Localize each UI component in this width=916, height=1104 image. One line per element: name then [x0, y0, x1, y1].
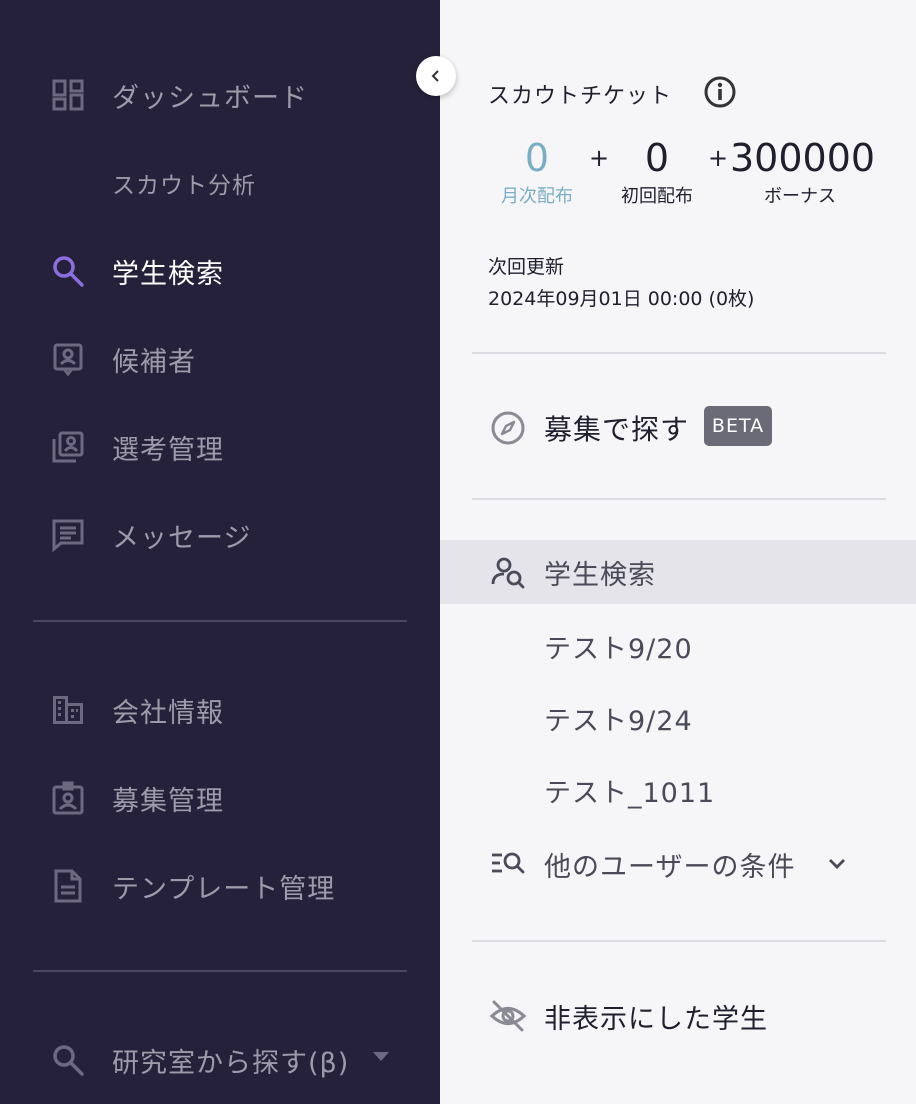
recruit-search-label: 募集で探す	[544, 413, 690, 446]
panel-divider	[472, 352, 886, 354]
search-panel: スカウトチケット 0 月次配布 + 0 初回配布 + 300000 ボーナス 次…	[440, 0, 916, 1104]
saved-search-item[interactable]: テスト9/24	[440, 688, 916, 748]
sidebar-item-label: 学生検索	[112, 258, 224, 290]
person-search-icon	[488, 552, 528, 592]
search-icon	[50, 1042, 86, 1078]
student-search-item[interactable]: 学生検索	[440, 540, 916, 604]
sidebar-item-label: 会社情報	[112, 697, 224, 729]
sidebar-item-templates[interactable]: テンプレート管理	[0, 856, 440, 916]
hidden-students-link[interactable]: 非表示にした学生	[440, 984, 916, 1048]
sidebar-item-candidates[interactable]: 候補者	[0, 329, 440, 389]
ticket-monthly-caption: 月次配布	[501, 186, 573, 207]
sidebar-item-label: 選考管理	[112, 434, 224, 466]
recruit-icon	[50, 780, 86, 816]
saved-search-item[interactable]: テスト_1011	[440, 760, 916, 820]
sidebar-divider	[33, 620, 407, 622]
ticket-initial-value: 0	[644, 136, 670, 180]
saved-search-label: テスト9/20	[544, 633, 693, 665]
scout-ticket-title: スカウトチケット	[488, 84, 673, 109]
ticket-bonus-value: 300000	[730, 136, 876, 180]
sidebar-item-student-search[interactable]: 学生検索	[0, 241, 440, 301]
sidebar-item-selection[interactable]: 選考管理	[0, 417, 440, 477]
other-users-conditions[interactable]: 他のユーザーの条件	[440, 834, 916, 894]
compass-icon	[488, 408, 528, 448]
company-icon	[50, 692, 86, 728]
eye-off-icon	[488, 996, 528, 1036]
ticket-monthly: 0 月次配布	[492, 134, 582, 208]
collapse-sidebar-button[interactable]	[416, 56, 456, 96]
panel-divider	[472, 498, 886, 500]
sidebar-item-messages[interactable]: メッセージ	[0, 505, 440, 565]
sidebar-item-label: テンプレート管理	[112, 873, 336, 905]
message-icon	[50, 517, 86, 553]
caret-down-icon[interactable]	[373, 1052, 389, 1061]
ticket-bonus: 300000 ボーナス	[730, 134, 876, 208]
ticket-bonus-caption: ボーナス	[764, 186, 836, 207]
dashboard-icon	[50, 77, 86, 113]
sidebar-item-company[interactable]: 会社情報	[0, 680, 440, 740]
beta-badge: BETA	[704, 406, 772, 446]
sidebar-item-label: 候補者	[112, 346, 196, 378]
list-search-icon	[488, 844, 528, 884]
sidebar-item-label: 研究室から探す(β)	[112, 1047, 350, 1079]
other-users-label: 他のユーザーの条件	[544, 851, 796, 883]
template-icon	[50, 868, 86, 904]
ticket-monthly-value: 0	[524, 136, 550, 180]
ticket-initial: 0 初回配布	[612, 134, 702, 208]
candidate-icon	[50, 341, 86, 377]
saved-search-item[interactable]: テスト9/20	[440, 616, 916, 676]
search-icon	[50, 253, 86, 289]
chevron-down-icon[interactable]	[826, 853, 848, 875]
sidebar-item-label: スカウト分析	[112, 173, 256, 199]
saved-search-label: テスト9/24	[544, 705, 693, 737]
sidebar: ダッシュボード スカウト分析 学生検索 候補者 選考管理 メッセージ 会社情報	[0, 0, 440, 1104]
student-search-label: 学生検索	[544, 559, 656, 591]
sidebar-item-label: ダッシュボード	[112, 82, 308, 114]
info-icon[interactable]	[702, 74, 738, 110]
sidebar-item-dashboard[interactable]: ダッシュボード	[0, 65, 440, 125]
plus-sign: +	[589, 144, 610, 172]
sidebar-item-scout-analysis[interactable]: スカウト分析	[0, 153, 440, 213]
panel-divider	[472, 940, 886, 942]
next-update-value: 2024年09月01日 00:00 (0枚)	[488, 288, 755, 310]
next-update-label: 次回更新	[488, 256, 565, 278]
selection-icon	[50, 429, 86, 465]
sidebar-item-label: 募集管理	[112, 785, 224, 817]
saved-search-label: テスト_1011	[544, 777, 716, 809]
ticket-initial-caption: 初回配布	[621, 186, 693, 207]
chevron-left-icon	[431, 70, 439, 82]
sidebar-item-label: メッセージ	[112, 522, 252, 554]
sidebar-item-recruitment[interactable]: 募集管理	[0, 768, 440, 828]
hidden-students-label: 非表示にした学生	[544, 1003, 768, 1035]
plus-sign: +	[708, 144, 729, 172]
sidebar-divider	[33, 970, 407, 972]
